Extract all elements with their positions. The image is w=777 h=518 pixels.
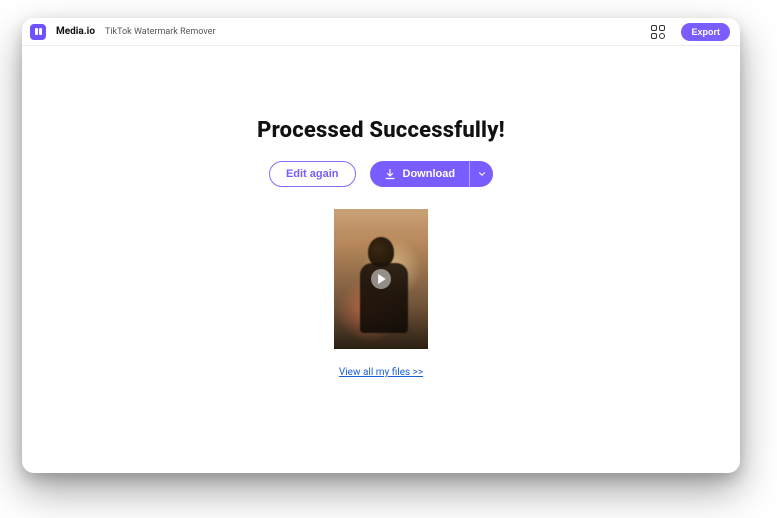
download-options-button[interactable] (469, 161, 493, 187)
tool-name: TikTok Watermark Remover (105, 27, 216, 37)
play-icon (377, 274, 386, 284)
topbar: Media.io TikTok Watermark Remover Export (22, 18, 740, 46)
download-icon (384, 168, 396, 180)
download-split-button: Download (370, 161, 494, 187)
action-row: Edit again Download (269, 161, 493, 187)
edit-again-button[interactable]: Edit again (269, 161, 356, 187)
play-button[interactable] (371, 269, 391, 289)
app-window: Media.io TikTok Watermark Remover Export… (22, 18, 740, 473)
page-title: Processed Successfully! (257, 118, 505, 143)
brand-name: Media.io (56, 26, 95, 37)
media-io-logo-icon (30, 24, 46, 40)
download-label: Download (403, 168, 456, 180)
export-button[interactable]: Export (681, 23, 730, 41)
video-preview[interactable] (334, 209, 428, 349)
main-content: Processed Successfully! Edit again Downl… (22, 46, 740, 473)
download-button[interactable]: Download (370, 161, 470, 187)
apps-grid-icon[interactable] (651, 25, 665, 39)
chevron-down-icon (477, 167, 487, 182)
view-all-files-link[interactable]: View all my files >> (339, 367, 423, 378)
